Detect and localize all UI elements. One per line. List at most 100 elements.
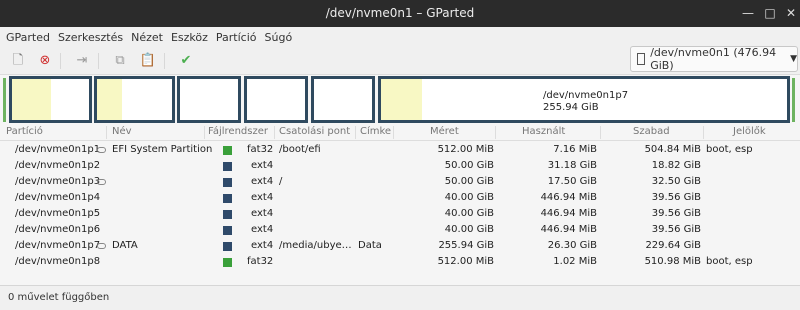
cell-size: 40.00 GiB: [444, 208, 494, 219]
filesystem-color-swatch: [223, 242, 232, 251]
device-selector[interactable]: /dev/nvme0n1 (476.94 GiB) ▼: [630, 46, 798, 72]
cell-label: Data: [358, 240, 382, 251]
cell-name: EFI System Partition: [112, 144, 213, 155]
col-used[interactable]: Használt: [522, 126, 565, 137]
cell-free: 39.56 GiB: [651, 208, 701, 219]
partition-block[interactable]: [244, 76, 308, 123]
col-name[interactable]: Név: [112, 126, 132, 137]
copy-icon[interactable]: ⧉: [110, 51, 130, 71]
table-row[interactable]: /dev/nvme0n1p4 ext4 40.00 GiB 446.94 MiB…: [0, 190, 800, 206]
status-bar: 0 művelet függőben: [0, 285, 800, 310]
cell-filesystem: ext4: [251, 208, 274, 219]
cell-flags: boot, esp: [706, 256, 753, 267]
disk-icon: [637, 53, 646, 65]
apply-check-icon[interactable]: ✔: [176, 51, 196, 71]
col-mountpoint[interactable]: Csatolási pont: [279, 126, 350, 137]
col-separator: [600, 126, 601, 139]
cell-used: 7.16 MiB: [553, 144, 597, 155]
filesystem-color-swatch: [223, 258, 232, 267]
toolbar-separator: [60, 53, 61, 69]
menu-device[interactable]: Eszköz: [167, 31, 212, 44]
menu-gparted[interactable]: GParted: [2, 31, 54, 44]
table-row[interactable]: /dev/nvme0n1p8 fat32 512.00 MiB 1.02 MiB…: [0, 254, 800, 270]
cell-mountpoint: /: [279, 176, 283, 187]
table-row[interactable]: /dev/nvme0n1p3 ext4 / 50.00 GiB 17.50 Gi…: [0, 174, 800, 190]
cell-size: 50.00 GiB: [444, 160, 494, 171]
partition-block[interactable]: [9, 76, 92, 123]
table-row[interactable]: /dev/nvme0n1p6 ext4 40.00 GiB 446.94 MiB…: [0, 222, 800, 238]
cell-filesystem: ext4: [251, 176, 274, 187]
partition-block[interactable]: [94, 76, 175, 123]
cell-size: 40.00 GiB: [444, 192, 494, 203]
cell-partition: /dev/nvme0n1p4: [15, 192, 101, 203]
filesystem-color-swatch: [223, 194, 232, 203]
cell-used: 26.30 GiB: [547, 240, 597, 251]
cell-size: 512.00 MiB: [437, 144, 494, 155]
partition-block-size: 255.94 GiB: [543, 102, 599, 113]
cell-partition: /dev/nvme0n1p6: [15, 224, 101, 235]
cell-filesystem: ext4: [251, 240, 274, 251]
cell-free: 504.84 MiB: [644, 144, 701, 155]
partition-block[interactable]: [311, 76, 375, 123]
close-icon[interactable]: ✕: [783, 5, 799, 21]
partition-block[interactable]: [177, 76, 241, 123]
minimize-icon[interactable]: —: [740, 5, 756, 21]
window-title: /dev/nvme0n1 – GParted: [325, 6, 475, 20]
table-row[interactable]: /dev/nvme0n1p2 ext4 50.00 GiB 31.18 GiB …: [0, 158, 800, 174]
used-space-fill: [381, 79, 422, 120]
delete-icon[interactable]: ⊗: [35, 51, 55, 71]
table-row[interactable]: /dev/nvme0n1p5 ext4 40.00 GiB 446.94 MiB…: [0, 206, 800, 222]
pending-operations-text: 0 művelet függőben: [8, 292, 110, 303]
cell-filesystem: ext4: [251, 160, 274, 171]
cell-used: 446.94 MiB: [540, 224, 597, 235]
col-flags[interactable]: Jelölők: [733, 126, 766, 137]
menu-view[interactable]: Nézet: [127, 31, 167, 44]
cell-used: 446.94 MiB: [540, 208, 597, 219]
col-label[interactable]: Címke: [360, 126, 391, 137]
menu-edit[interactable]: Szerkesztés: [54, 31, 127, 44]
filesystem-color-swatch: [223, 162, 232, 171]
filesystem-color-swatch: [223, 226, 232, 235]
cell-used: 1.02 MiB: [553, 256, 597, 267]
cell-free: 32.50 GiB: [651, 176, 701, 187]
device-selector-label: /dev/nvme0n1 (476.94 GiB): [650, 46, 777, 72]
maximize-icon[interactable]: □: [762, 5, 778, 21]
partition-map: /dev/nvme0n1p7 255.94 GiB: [0, 76, 800, 124]
col-size[interactable]: Méret: [430, 126, 459, 137]
cell-used: 31.18 GiB: [547, 160, 597, 171]
used-space-fill: [97, 79, 122, 120]
table-row[interactable]: /dev/nvme0n1p7 DATA ext4 /media/ubye… Da…: [0, 238, 800, 254]
new-partition-icon[interactable]: 🗋: [8, 51, 28, 71]
cell-filesystem: ext4: [251, 224, 274, 235]
lock-icon: [97, 243, 106, 249]
resize-move-icon[interactable]: ⇥: [72, 51, 92, 71]
lock-icon: [97, 179, 106, 185]
col-separator: [274, 126, 275, 139]
menu-bar: GParted Szerkesztés Nézet Eszköz Partíci…: [0, 27, 800, 47]
col-partition[interactable]: Partíció: [6, 126, 43, 137]
cell-filesystem: fat32: [247, 256, 274, 267]
col-filesystem[interactable]: Fájlrendszer: [208, 126, 268, 137]
col-separator: [355, 126, 356, 139]
filesystem-color-swatch: [223, 210, 232, 219]
cell-free: 229.64 GiB: [645, 240, 701, 251]
partition-block-label: /dev/nvme0n1p7 255.94 GiB: [543, 90, 628, 114]
partition-block-p7[interactable]: /dev/nvme0n1p7 255.94 GiB: [378, 76, 790, 123]
cell-partition: /dev/nvme0n1p3: [15, 176, 101, 187]
unallocated-edge: [792, 78, 795, 122]
cell-free: 39.56 GiB: [651, 224, 701, 235]
paste-icon[interactable]: 📋: [138, 51, 158, 71]
col-free[interactable]: Szabad: [633, 126, 670, 137]
cell-name: DATA: [112, 240, 138, 251]
cell-size: 512.00 MiB: [437, 256, 494, 267]
cell-partition: /dev/nvme0n1p7: [15, 240, 101, 251]
lock-icon: [97, 147, 106, 153]
cell-used: 17.50 GiB: [547, 176, 597, 187]
col-separator: [393, 126, 394, 139]
col-separator: [703, 126, 704, 139]
table-row[interactable]: /dev/nvme0n1p1 EFI System Partition fat3…: [0, 142, 800, 158]
menu-partition[interactable]: Partíció: [212, 31, 261, 44]
cell-filesystem: ext4: [251, 192, 274, 203]
menu-help[interactable]: Súgó: [261, 31, 297, 44]
chevron-down-icon: ▼: [790, 54, 797, 64]
